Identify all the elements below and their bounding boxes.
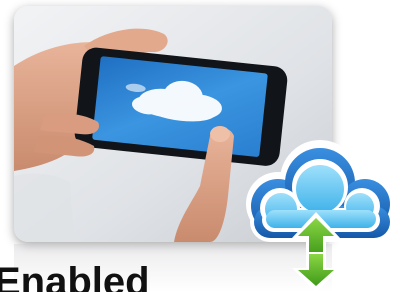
- cloud-sync-graphic: [246, 140, 396, 292]
- caption-text: Enabled: [0, 260, 150, 292]
- hero-graphic: Enabled: [0, 0, 400, 292]
- cloud-sync-icon: [228, 128, 400, 292]
